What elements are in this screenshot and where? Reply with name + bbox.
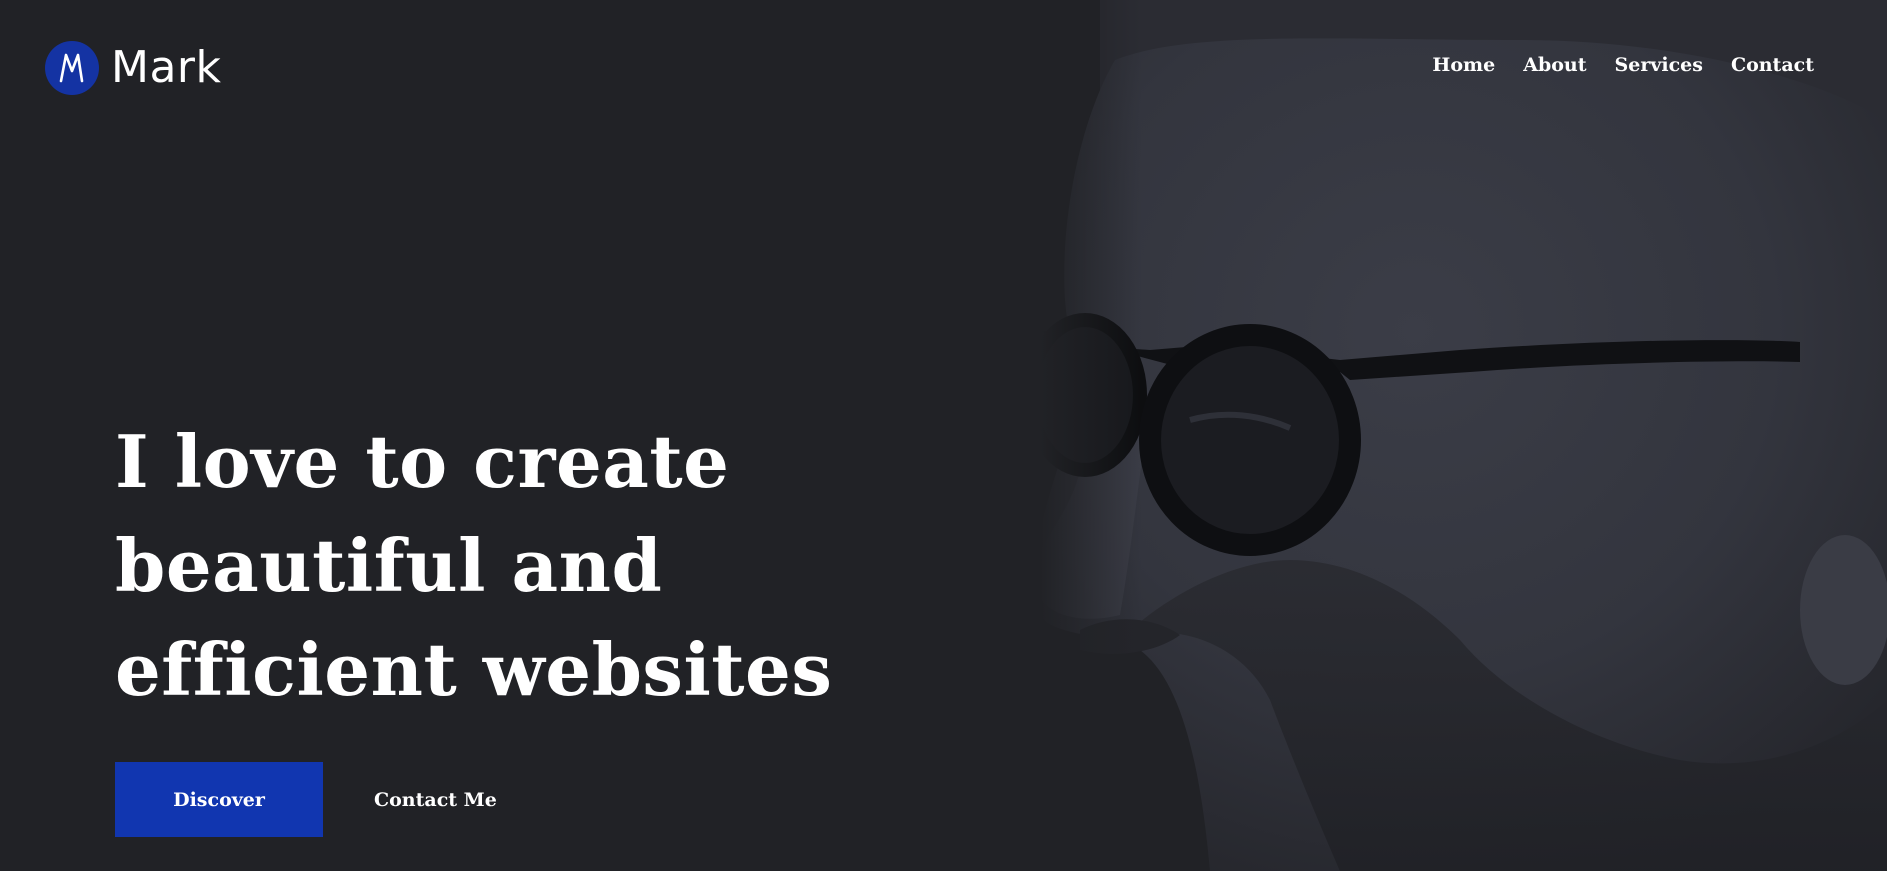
nav-item-services[interactable]: Services — [1615, 56, 1703, 75]
main-nav: Home About Services Contact — [1432, 56, 1814, 75]
headline-line-2: beautiful and — [115, 523, 663, 608]
brand-logo[interactable]: Mark — [45, 41, 222, 95]
brand-name: Mark — [111, 42, 222, 93]
headline-line-3: efficient websites — [115, 627, 833, 712]
m-logo-icon — [45, 41, 99, 95]
hero-section: Mark Home About Services Contact I love … — [0, 0, 1887, 871]
nav-item-home[interactable]: Home — [1432, 56, 1495, 75]
contact-me-button[interactable]: Contact Me — [374, 789, 497, 811]
hero-headline: I love to create beautiful and efficient… — [115, 410, 832, 722]
nav-item-contact[interactable]: Contact — [1731, 56, 1814, 75]
discover-button[interactable]: Discover — [115, 762, 323, 837]
headline-line-1: I love to create — [115, 419, 730, 504]
nav-item-about[interactable]: About — [1523, 56, 1586, 75]
portrait-image — [1040, 0, 1887, 871]
hero-actions: Discover Contact Me — [115, 762, 497, 837]
